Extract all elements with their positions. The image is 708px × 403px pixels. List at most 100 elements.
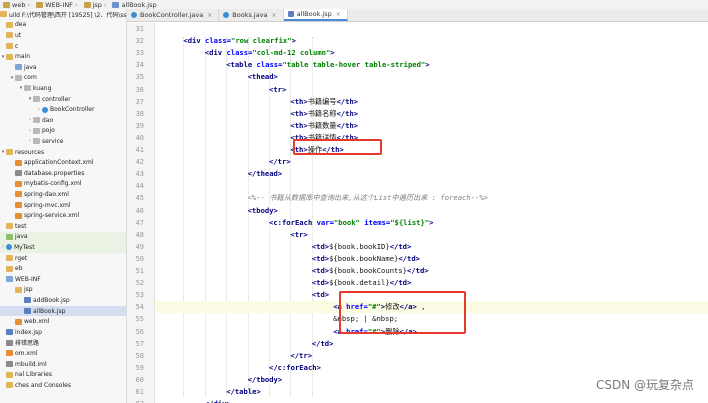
tree-item[interactable]: om.xml [0,348,126,359]
code-line: <a href="#">修改</a> , [156,301,708,314]
tree-item[interactable]: eb [0,263,126,274]
code-token: class= [226,48,253,58]
tree-item-label: ches and Consoles [15,381,71,389]
tree-item[interactable]: ▾ kuang [0,83,126,94]
line-number: 37 [135,97,144,106]
code-token: 操作 [307,145,323,154]
code-line: &nbsp; | &nbsp; [156,313,398,325]
code-token: <div [183,36,206,46]
tree-item[interactable]: c [0,41,126,52]
tree-item[interactable]: database.properties [0,168,126,179]
line-number: 42 [135,158,144,167]
code-token: </td> [311,338,334,348]
tree-item[interactable]: spring-service.xml [0,210,126,221]
folder-icon [6,371,13,378]
tree-item-label: nal Libraries [15,371,52,379]
tree-item[interactable]: uild F:\代码管理\西开 [19525] \2、代码\ssm [0,9,126,20]
props-icon [6,339,13,346]
project-tree[interactable]: uild F:\代码管理\西开 [19525] \2、代码\ssm dea ut c ▾… [0,9,127,403]
code-token: </a> [399,302,417,312]
breadcrumb-item[interactable]: jsp › [81,1,110,9]
breadcrumb-label: allBook.jsp [121,0,157,9]
folder-icon [0,11,7,18]
code-token: <a [333,326,347,336]
line-number: 48 [135,230,144,239]
tree-item[interactable]: spring-dao.xml [0,189,126,200]
tree-item[interactable]: › pojo [0,126,126,137]
folder-icon [36,1,44,8]
tree-item[interactable]: jsp [0,285,126,296]
code-token: "book" [333,217,365,227]
tree-item[interactable]: ▾ resources [0,147,126,158]
code-line: </c:forEach> [156,362,321,374]
editor-tab[interactable]: allBook.jsp × [283,9,348,21]
tree-item[interactable]: index.jsp [0,327,126,338]
breadcrumb-label: WEB-INF [45,0,73,9]
tree-item[interactable]: java [0,231,126,243]
folder-icon [6,255,13,262]
pkg-icon [33,127,40,134]
chevron-right-icon: › [27,0,31,9]
code-token: > [425,60,430,70]
tree-item[interactable]: mbuild.iml [0,359,126,370]
code-line: <a href="#">删除</a> [156,326,417,338]
close-icon[interactable]: × [336,11,341,18]
tree-item[interactable]: applicationContext.xml [0,157,126,168]
code-line: <c:forEach var="book" items="${list}"> [156,217,433,229]
close-icon[interactable]: × [272,12,277,19]
code-line: <div class="row clearfix"> [156,35,296,47]
tree-item[interactable]: › dao [0,115,126,126]
code-token: ${book.bookID} [329,241,390,251]
tree-item[interactable]: mybatis-config.xml [0,179,126,190]
tree-item[interactable]: 排错思路 [0,338,126,349]
folder-icon [6,32,13,39]
code-line: </td> [156,338,334,350]
code-editor[interactable]: <div class="row clearfix"> <div class="co… [156,23,708,403]
code-token: </th> [322,145,344,154]
code-line: </tr> [156,350,312,362]
breadcrumb-item[interactable]: allBook.jsp [109,1,159,9]
tree-item[interactable]: web.xml [0,316,126,327]
code-token: > [429,217,434,227]
folder-green-icon [6,233,13,240]
line-number: 38 [135,109,144,118]
tree-item[interactable]: java [0,62,126,73]
close-icon[interactable]: × [207,12,212,19]
folder-icon [6,149,13,156]
tree-item[interactable]: ches and Consoles [0,380,126,391]
line-number: 44 [135,182,144,191]
line-number: 61 [135,388,144,396]
breadcrumb-item[interactable]: WEB-INF › [33,1,80,9]
tree-item-label: ut [15,31,22,39]
tree-item-label: WEB-INF [15,275,41,283]
tree-item[interactable]: ▾ controller [0,94,126,105]
line-number: 35 [135,73,144,82]
tree-item[interactable]: ▾ main [0,51,126,62]
tree-item[interactable]: spring-mvc.xml [0,200,126,211]
class-icon [131,12,137,18]
tree-item[interactable]: allBook.jsp [0,305,126,317]
breadcrumb-item[interactable]: web › [0,1,33,9]
tree-item[interactable]: addBook.jsp [0,295,126,306]
tree-item[interactable]: test [0,221,126,232]
code-token: <div [204,48,227,58]
line-number: 43 [135,170,144,179]
tree-item[interactable]: › BookController [0,104,126,115]
editor-tab[interactable]: Books.java × [219,9,284,21]
tree-item[interactable]: WEB-INF [0,274,126,285]
code-token: "#" [367,326,381,336]
tree-item[interactable]: dea [0,20,126,31]
tree-item[interactable]: ut [0,30,126,41]
code-token: "col-md-12 column" [252,48,331,58]
tree-item[interactable]: ▾ com [0,73,126,84]
tree-item[interactable]: rget [0,253,126,264]
code-line: </table> [156,386,261,398]
tree-item[interactable]: nal Libraries [0,369,126,380]
code-token: &nbsp; | &nbsp; [333,314,399,324]
jspf-icon [24,297,31,304]
code-token: <th> [290,108,308,118]
tree-item[interactable]: › service [0,136,126,147]
editor-tab[interactable]: BookController.java × [127,9,220,21]
tree-item[interactable]: › MyTest [0,242,126,253]
